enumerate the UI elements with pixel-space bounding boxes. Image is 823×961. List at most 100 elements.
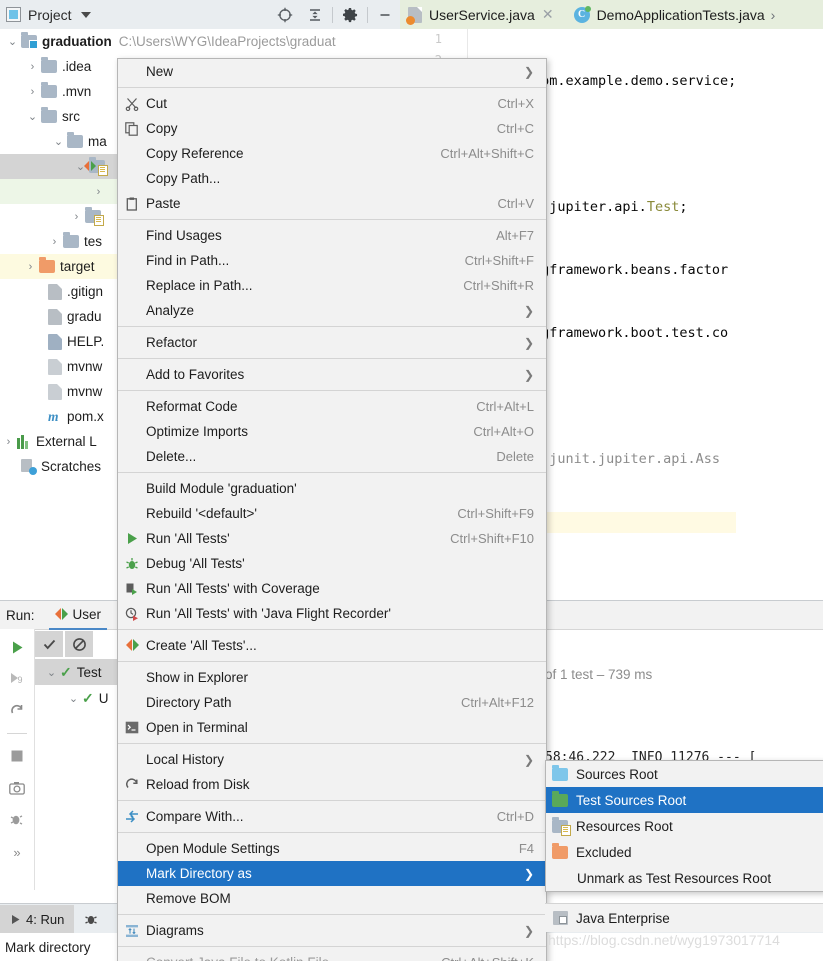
menu-item-rebuild[interactable]: Rebuild '<default>' Ctrl+Shift+F9: [118, 501, 546, 526]
menu-item-label: Remove BOM: [146, 891, 231, 906]
menu-item-debug-all-tests[interactable]: Debug 'All Tests': [118, 551, 546, 576]
chevron-right-icon[interactable]: ›: [24, 61, 41, 73]
menu-item-add-to-favorites[interactable]: Add to Favorites ❯: [118, 362, 546, 387]
menu-item-find-in-path[interactable]: Find in Path... Ctrl+Shift+F: [118, 248, 546, 273]
passed-icon: ✓: [82, 689, 94, 706]
rerun-failed-tests-icon[interactable]: 9: [4, 666, 30, 692]
menu-item-open-module-settings[interactable]: Open Module Settings F4: [118, 836, 546, 861]
submenu-item-sources-root[interactable]: Sources Root: [546, 761, 823, 787]
chevron-down-icon[interactable]: ⌄: [24, 110, 41, 123]
collapse-all-icon[interactable]: [300, 0, 330, 29]
menu-separator: [118, 358, 546, 359]
screenshot-icon[interactable]: [4, 775, 30, 801]
toolwindow-tab-run[interactable]: 4: Run: [0, 904, 75, 934]
locate-icon[interactable]: [270, 0, 300, 29]
menu-item-diagrams[interactable]: Diagrams ❯: [118, 918, 546, 943]
chevron-right-icon[interactable]: ›: [24, 86, 41, 98]
menu-item-convert-java-to-kotlin[interactable]: Convert Java File to Kotlin File Ctrl+Al…: [118, 950, 546, 961]
mark-directory-as-submenu[interactable]: Sources Root Test Sources Root Resources…: [545, 760, 823, 892]
chevron-down-icon[interactable]: ⌄: [65, 692, 82, 705]
menu-item-new[interactable]: New ❯: [118, 59, 546, 84]
menu-item-directory-path[interactable]: Directory Path Ctrl+Alt+F12: [118, 690, 546, 715]
menu-item-refactor[interactable]: Refactor ❯: [118, 330, 546, 355]
more-icon[interactable]: »: [4, 839, 30, 865]
menu-item-shortcut: Ctrl+Shift+F: [464, 253, 534, 268]
menu-item-mark-directory-as[interactable]: Mark Directory as ❯: [118, 861, 546, 886]
chevron-down-icon[interactable]: ⌄: [43, 666, 60, 679]
menu-item-copy[interactable]: Copy Ctrl+C: [118, 116, 546, 141]
run-console-output[interactable]: 58:46.222 INFO 11276 --- [ 58:46.510 INF…: [545, 693, 823, 843]
menu-item-remove-bom[interactable]: Remove BOM: [118, 886, 546, 911]
run-config-icon: [118, 639, 146, 652]
submenu-item-resources-root[interactable]: Resources Root: [546, 813, 823, 839]
submenu-item-excluded[interactable]: Excluded: [546, 839, 823, 865]
stop-icon[interactable]: [4, 743, 30, 769]
chevron-right-icon[interactable]: ›: [46, 236, 63, 248]
run-icon[interactable]: [4, 634, 30, 660]
gitignore-file-icon: [48, 283, 62, 300]
chevron-down-icon[interactable]: ⌄: [50, 135, 67, 148]
rerun-icon[interactable]: [4, 698, 30, 724]
toolbar-divider-2: [367, 6, 368, 23]
menu-item-create-all-tests[interactable]: Create 'All Tests'...: [118, 633, 546, 658]
menu-item-open-in-terminal[interactable]: Open in Terminal: [118, 715, 546, 740]
watermark-text: https://blog.csdn.net/wyg1973017714: [548, 932, 780, 948]
editor-tab-userservice[interactable]: UserService.java ✕: [400, 0, 560, 29]
tab-overflow-icon[interactable]: ›: [771, 7, 780, 23]
menu-item-copy-reference[interactable]: Copy Reference Ctrl+Alt+Shift+C: [118, 141, 546, 166]
chevron-right-icon[interactable]: ›: [68, 211, 85, 223]
toolwindow-tab-debug[interactable]: [74, 905, 108, 934]
java-test-file-icon: C: [573, 5, 591, 23]
chevron-right-icon[interactable]: ›: [0, 436, 17, 448]
chevron-down-icon[interactable]: [80, 11, 91, 18]
submenu-item-test-sources-root[interactable]: Test Sources Root: [546, 787, 823, 813]
close-icon[interactable]: ✕: [542, 6, 554, 23]
tree-node-label: .gitign: [67, 284, 104, 299]
dump-threads-icon[interactable]: [4, 807, 30, 833]
hide-ignored-tests-icon[interactable]: [65, 631, 93, 657]
menu-item-reload-from-disk[interactable]: Reload from Disk: [118, 772, 546, 797]
java-file-icon: [406, 6, 422, 25]
menu-item-paste[interactable]: Paste Ctrl+V: [118, 191, 546, 216]
menu-item-local-history[interactable]: Local History ❯: [118, 747, 546, 772]
chevron-down-icon[interactable]: ⌄: [4, 35, 21, 48]
menu-item-optimize-imports[interactable]: Optimize Imports Ctrl+Alt+O: [118, 419, 546, 444]
toolbar-divider: [332, 6, 333, 23]
menu-item-run-all-tests[interactable]: Run 'All Tests' Ctrl+Shift+F10: [118, 526, 546, 551]
menu-item-build-module[interactable]: Build Module 'graduation': [118, 476, 546, 501]
tree-node-graduation[interactable]: ⌄ graduation C:\Users\WYG\IdeaProjects\g…: [0, 29, 400, 54]
menu-item-run-with-coverage[interactable]: Run 'All Tests' with Coverage: [118, 576, 546, 601]
menu-item-delete[interactable]: Delete... Delete: [118, 444, 546, 469]
menu-item-copy-path[interactable]: Copy Path...: [118, 166, 546, 191]
menu-item-find-usages[interactable]: Find Usages Alt+F7: [118, 223, 546, 248]
svg-text:9: 9: [18, 675, 23, 685]
project-toolwindow-title[interactable]: Project: [28, 7, 72, 23]
run-config-name: User: [72, 606, 102, 622]
menu-item-cut[interactable]: Cut Ctrl+X: [118, 91, 546, 116]
minimize-icon[interactable]: [370, 0, 400, 29]
java-enterprise-toolwindow-tab[interactable]: Java Enterprise: [545, 903, 823, 932]
menu-item-compare-with[interactable]: Compare With... Ctrl+D: [118, 804, 546, 829]
menu-item-label: Copy: [146, 121, 178, 136]
menu-item-label: Local History: [146, 752, 225, 767]
gear-icon[interactable]: [335, 0, 365, 29]
menu-item-run-with-jfr[interactable]: Run 'All Tests' with 'Java Flight Record…: [118, 601, 546, 626]
menu-item-show-in-explorer[interactable]: Show in Explorer: [118, 665, 546, 690]
menu-item-shortcut: Delete: [496, 449, 534, 464]
submenu-item-label: Sources Root: [576, 766, 658, 782]
run-configuration-tab[interactable]: User: [48, 601, 108, 630]
menu-item-replace-in-path[interactable]: Replace in Path... Ctrl+Shift+R: [118, 273, 546, 298]
menu-separator: [118, 800, 546, 801]
folder-icon: [41, 82, 57, 98]
editor-tab-demoapplicationtests[interactable]: C DemoApplicationTests.java: [566, 0, 771, 29]
chevron-right-icon[interactable]: ›: [22, 261, 39, 273]
menu-separator: [118, 629, 546, 630]
project-context-menu[interactable]: New ❯ Cut Ctrl+X Copy Ctrl+C Copy Refere…: [117, 58, 547, 961]
menu-item-reformat-code[interactable]: Reformat Code Ctrl+Alt+L: [118, 394, 546, 419]
show-passed-tests-icon[interactable]: [35, 631, 63, 657]
submenu-item-unmark[interactable]: Unmark as Test Resources Root: [546, 865, 823, 891]
scissors-icon: [118, 97, 146, 111]
source-root-folder-icon: [84, 157, 108, 176]
chevron-right-icon[interactable]: ›: [90, 186, 107, 198]
menu-item-analyze[interactable]: Analyze ❯: [118, 298, 546, 323]
